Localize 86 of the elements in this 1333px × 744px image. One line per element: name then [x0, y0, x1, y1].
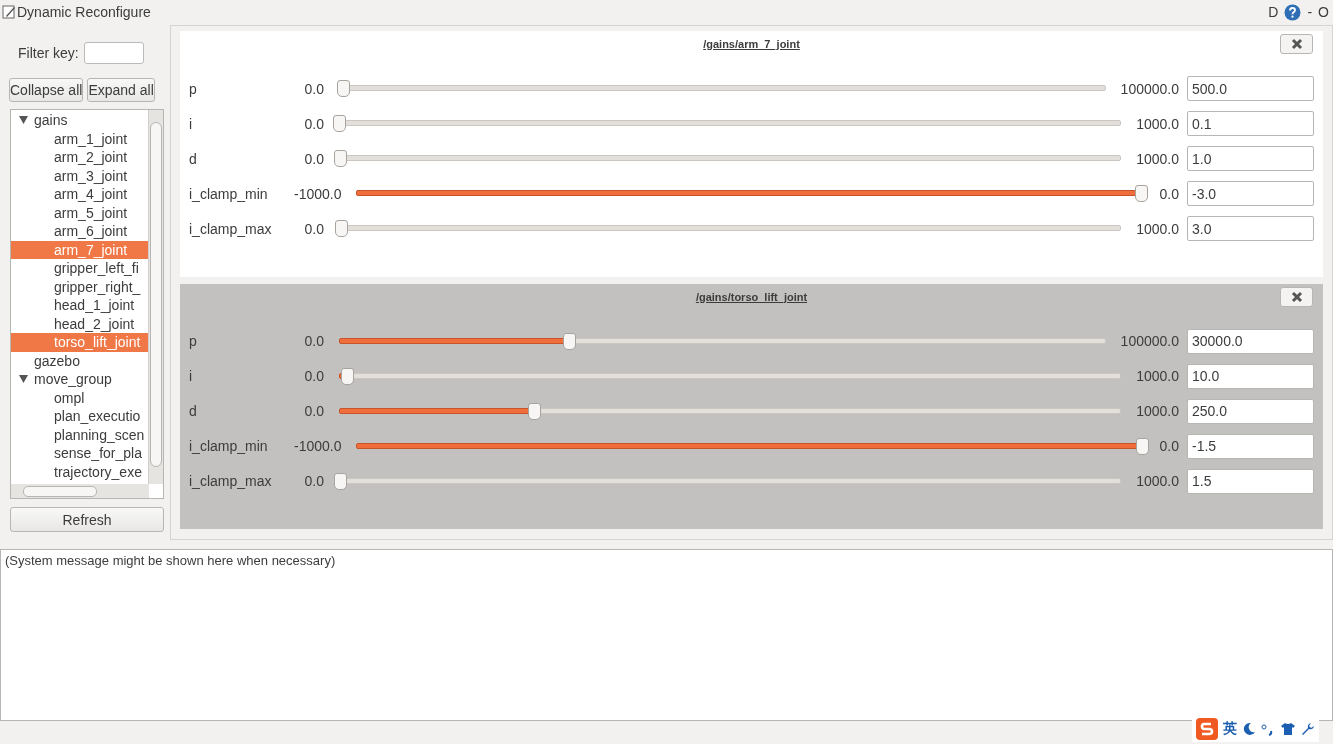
slider-max: 100000.0	[1120, 333, 1179, 349]
filter-field[interactable]	[83, 42, 144, 64]
tree-item[interactable]: arm_2_joint	[11, 148, 151, 167]
slider-min: 0.0	[303, 403, 324, 419]
slider-min: 0.0	[303, 150, 324, 167]
slider-min: 0.0	[303, 115, 324, 132]
parameter-name: i	[189, 368, 194, 384]
slider-max: 1000.0	[1136, 473, 1179, 489]
slider-max: 1000.0	[1136, 368, 1179, 384]
parameter-name: d	[189, 150, 198, 167]
tree-item[interactable]: gripper_right_	[11, 277, 151, 296]
parameter-name: i	[189, 115, 194, 132]
slider-min: 0.0	[303, 368, 324, 384]
tree-button[interactable]: Expand all	[87, 78, 155, 102]
shirt-icon[interactable]	[1280, 722, 1296, 736]
value-field[interactable]: -3.0	[1187, 181, 1314, 206]
vertical-scrollbar[interactable]	[148, 110, 163, 484]
tree-item[interactable]: gripper_left_fi	[11, 259, 151, 278]
close-button[interactable]	[1280, 286, 1313, 307]
parameter-name: i_clamp_min	[189, 185, 269, 202]
parameter-name: d	[189, 403, 198, 419]
tree-item[interactable]: arm_4_joint	[11, 185, 151, 204]
slider-max: 1000.0	[1136, 150, 1179, 167]
slider-min: -1000.0	[294, 185, 342, 202]
tree-item[interactable]: trajectory_exe	[11, 462, 151, 481]
slider-max: 0.0	[1159, 185, 1179, 202]
group-title: /gains/arm_7_joint	[703, 38, 800, 50]
slider-max: 1000.0	[1136, 220, 1179, 237]
slider-max: 100000.0	[1120, 80, 1179, 97]
input-method-logo-icon[interactable]	[1196, 718, 1218, 740]
value-field[interactable]: 30000.0	[1187, 328, 1314, 354]
tree-button[interactable]: Collapse all	[9, 78, 84, 102]
tree-item[interactable]: arm_1_joint	[11, 129, 151, 148]
punctuation-icon[interactable]	[1261, 722, 1275, 736]
message-box: (System message might be shown here when necessary)	[0, 549, 1333, 721]
value-field[interactable]: -1.5	[1187, 433, 1314, 459]
tree-item[interactable]: arm_6_joint	[11, 222, 151, 241]
language-mode[interactable]: 英	[1223, 720, 1237, 738]
parameter-name: p	[189, 333, 198, 349]
value-field[interactable]: 0.1	[1187, 111, 1314, 136]
slider-min: 0.0	[303, 333, 324, 349]
slider-min: 0.0	[303, 80, 324, 97]
tree-item[interactable]: gains	[11, 111, 151, 130]
tree-item[interactable]: planning_scen	[11, 425, 151, 444]
slider-max: 0.0	[1159, 438, 1179, 454]
close-button[interactable]	[1280, 34, 1313, 54]
tree-item[interactable]: head_2_joint	[11, 314, 151, 333]
edit-document-icon	[2, 5, 16, 19]
wrench-icon[interactable]	[1301, 722, 1315, 736]
refresh-button[interactable]: Refresh	[10, 507, 164, 532]
close-icon	[1290, 290, 1303, 303]
tree-item[interactable]: head_1_joint	[11, 296, 151, 315]
slider-max: 1000.0	[1136, 115, 1179, 132]
parameter-name: i_clamp_min	[189, 438, 269, 454]
tree-item[interactable]: arm_5_joint	[11, 203, 151, 222]
value-field[interactable]: 500.0	[1187, 76, 1314, 101]
slider-min: -1000.0	[294, 438, 342, 454]
value-field[interactable]: 10.0	[1187, 363, 1314, 389]
value-field[interactable]: 1.5	[1187, 468, 1314, 494]
title-bar-button[interactable]: -	[1307, 4, 1313, 20]
value-field[interactable]: 3.0	[1187, 216, 1314, 241]
tree-item[interactable]: sense_for_pla	[11, 444, 151, 463]
tree-item[interactable]: ompl	[11, 388, 151, 407]
group-title: /gains/torso_lift_joint	[695, 290, 808, 303]
tree-item[interactable]: move_group	[11, 370, 151, 389]
title-bar-button[interactable]: O	[1318, 4, 1329, 20]
slider-max: 1000.0	[1136, 403, 1179, 419]
help-icon[interactable]	[1284, 3, 1302, 21]
parameter-name: i_clamp_max	[189, 220, 273, 237]
moon-icon[interactable]	[1242, 722, 1256, 736]
tree-item[interactable]: plan_executio	[11, 407, 151, 426]
filter-label: Filter key:	[18, 45, 79, 61]
tree-item[interactable]: gazebo	[11, 351, 151, 370]
parameter-name: p	[189, 80, 198, 97]
parameter-name: i_clamp_max	[189, 473, 273, 489]
slider-min: 0.0	[303, 473, 324, 489]
value-field[interactable]: 250.0	[1187, 398, 1314, 424]
window-title: Dynamic Reconfigure	[17, 4, 151, 20]
horizontal-scrollbar[interactable]	[11, 484, 149, 498]
expanded-arrow-icon[interactable]	[19, 116, 28, 125]
expanded-arrow-icon[interactable]	[19, 375, 28, 384]
close-icon	[1290, 38, 1303, 50]
tree-item[interactable]: arm_3_joint	[11, 166, 151, 185]
title-bar-button[interactable]: D	[1268, 4, 1279, 20]
slider-min: 0.0	[303, 220, 324, 237]
value-field[interactable]: 1.0	[1187, 146, 1314, 171]
